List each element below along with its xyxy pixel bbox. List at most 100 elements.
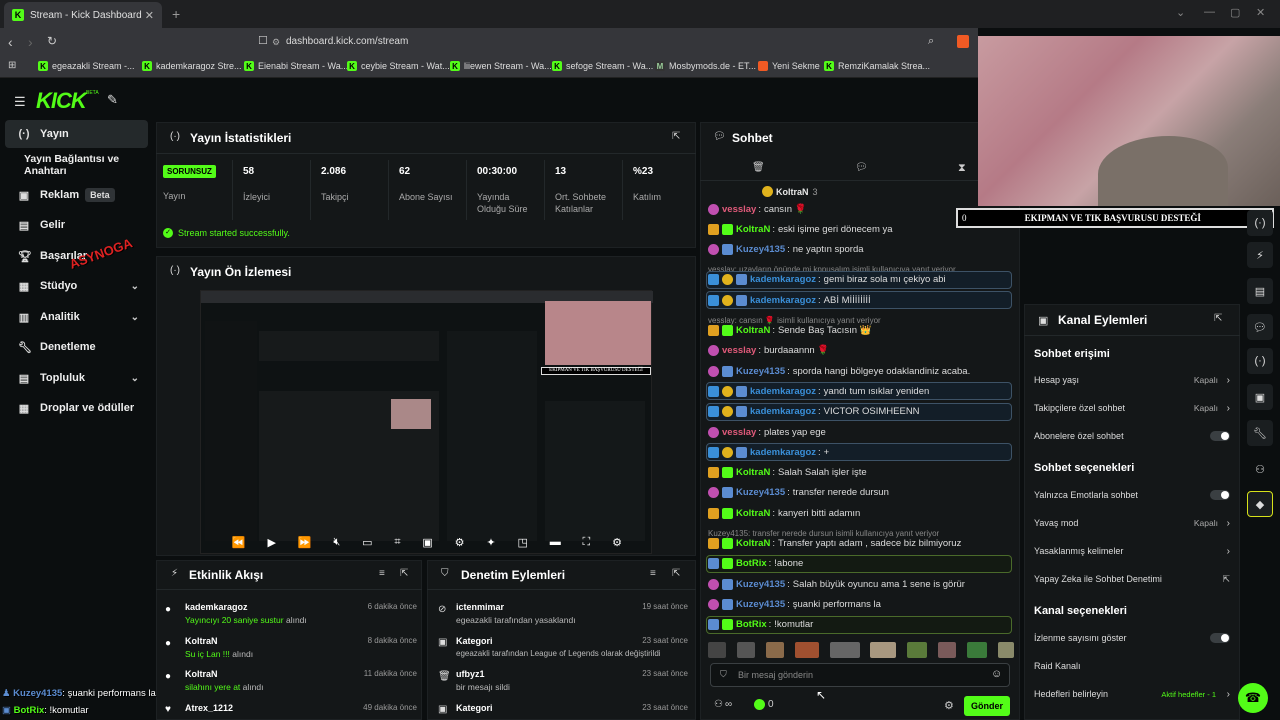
setting-ai-moderation[interactable]: Yapay Zeka ile Sohbet Denetimi ⇱ bbox=[1034, 570, 1230, 588]
bookmark-item[interactable]: K RemziKamalak Strea... bbox=[824, 61, 930, 71]
sidebar-item-yayin[interactable]: (·) Yayın bbox=[5, 120, 148, 148]
play-icon[interactable]: ▶ bbox=[267, 536, 275, 549]
clip-icon[interactable]: ▣ bbox=[422, 536, 432, 549]
chat-username[interactable]: KoltraN bbox=[736, 538, 770, 549]
apps-grid-icon[interactable]: ⊞ bbox=[8, 60, 16, 71]
pip-icon[interactable]: ◳ bbox=[517, 536, 527, 549]
bookmark-item[interactable]: K Eienabi Stream - Wa... bbox=[244, 61, 348, 71]
stream-preview-video[interactable]: EKIPMAN VE TIK BAŞVURUSU DESTEĞİ ⏪ ▶ ⏩ 🔇︎ ▭… bbox=[200, 290, 653, 554]
chat-username[interactable]: kademkaragoz bbox=[750, 447, 816, 458]
chat-message[interactable]: KoltraN: eski işime geri dönecem ya bbox=[708, 221, 893, 237]
emote[interactable] bbox=[997, 642, 1014, 658]
chat-message[interactable]: kademkaragoz: gemi biraz sola mı çekiyo a… bbox=[708, 272, 946, 288]
bookmark-item[interactable]: Kkademkaragoz Stre... bbox=[142, 61, 242, 71]
sidebar-item-analitik[interactable]: ▥ Analitik ⌄ bbox=[0, 303, 155, 331]
rail-broadcast-icon[interactable]: (·) bbox=[1247, 348, 1273, 374]
forward-icon[interactable]: ⏩ bbox=[298, 536, 312, 549]
chat-username[interactable]: vesslay bbox=[722, 345, 756, 356]
bookmark-icon[interactable]: ☐ bbox=[258, 34, 268, 47]
chat-message[interactable]: Kuzey4135: Salah büyük oyuncu ama 1 sene … bbox=[708, 576, 965, 592]
menu-icon[interactable]: ☰ bbox=[14, 94, 26, 110]
settings-icon[interactable]: ⚙ bbox=[455, 536, 465, 549]
emote[interactable] bbox=[765, 642, 784, 658]
chat-message[interactable]: Kuzey4135: transfer nerede dursun bbox=[708, 485, 889, 501]
gear-icon[interactable]: ⚙ bbox=[612, 536, 622, 549]
url-field[interactable]: dashboard.kick.com/stream bbox=[286, 36, 408, 47]
emote[interactable] bbox=[870, 642, 897, 658]
setting-slow-mode[interactable]: Yavaş mod Kapalı › bbox=[1034, 514, 1230, 532]
chat-message[interactable]: Kuzey4135: sporda hangi bölgeye odaklandi… bbox=[708, 363, 970, 379]
chat-message[interactable]: KoltraN: Sende Baş Tacısın 👑 bbox=[708, 323, 871, 339]
bookmark-item[interactable]: Ksefoge Stream - Wa... bbox=[552, 61, 653, 71]
minimize-icon[interactable]: — bbox=[1204, 6, 1215, 18]
setting-banned-words[interactable]: Yasaklanmış kelimeler › bbox=[1034, 542, 1230, 560]
new-tab-icon[interactable]: + bbox=[172, 6, 180, 22]
send-button[interactable]: Gönder bbox=[964, 696, 1010, 716]
bookmark-item[interactable]: M Mosbymods.de - ET... bbox=[655, 61, 756, 71]
pinned-user[interactable]: KoltraN 3 bbox=[762, 186, 818, 197]
popout-icon[interactable]: ⇱ bbox=[672, 568, 680, 579]
chat-message[interactable]: BotRix: !komutlar bbox=[708, 617, 813, 633]
close-tab-icon[interactable]: ✕ bbox=[145, 9, 154, 22]
chat-username[interactable]: Kuzey4135 bbox=[736, 599, 785, 610]
close-window-icon[interactable]: ✕ bbox=[1256, 6, 1265, 19]
setting-emote-only[interactable]: Yalnızca Emotlarla sohbet bbox=[1034, 486, 1230, 504]
chat-settings-icon[interactable]: ⚙ bbox=[944, 699, 954, 712]
rail-goal-icon[interactable]: ◆ bbox=[1247, 491, 1273, 517]
rail-users-icon[interactable]: ⚇ bbox=[1247, 456, 1273, 482]
chat-username[interactable]: KoltraN bbox=[736, 508, 770, 519]
trash-icon[interactable]: 🗑︎ bbox=[752, 162, 765, 173]
rail-broadcast-icon[interactable]: (·) bbox=[1247, 210, 1273, 236]
sidebar-item-topluluk[interactable]: ▤ Topluluk ⌄ bbox=[0, 364, 155, 392]
emoji-icon[interactable]: ☺ bbox=[991, 668, 1002, 680]
popout-icon[interactable]: ⇱ bbox=[400, 568, 408, 579]
setting-subscribers-only[interactable]: Abonelere özel sohbet bbox=[1034, 427, 1230, 445]
camera-icon[interactable]: ▭ bbox=[362, 536, 372, 549]
rail-wrench-icon[interactable]: 🔧︎ bbox=[1247, 420, 1273, 446]
filter-icon[interactable]: ≡ bbox=[379, 568, 385, 579]
mute-icon[interactable]: 🔇︎ bbox=[333, 536, 340, 549]
toggle-switch[interactable] bbox=[1210, 431, 1230, 441]
chat-username[interactable]: kademkaragoz bbox=[750, 295, 816, 306]
chat-message[interactable]: BotRix: !abone bbox=[708, 556, 803, 572]
chat-username[interactable]: Kuzey4135 bbox=[736, 487, 785, 498]
emote[interactable] bbox=[967, 642, 987, 658]
setting-goals[interactable]: Hedefleri belirleyin Aktif hedefler - 1 › bbox=[1034, 685, 1230, 703]
chat-username[interactable]: vesslay bbox=[722, 427, 756, 438]
chat-message[interactable]: kademkaragoz: VICTOR OSIMHEENN bbox=[708, 404, 920, 420]
chat-message[interactable]: Kuzey4135: şuanki performans la bbox=[708, 596, 881, 612]
chat-username[interactable]: KoltraN bbox=[736, 467, 770, 478]
chat-message[interactable]: kademkaragoz: yandı tum ısıklar yeniden bbox=[708, 383, 929, 399]
toggle-switch[interactable] bbox=[1210, 490, 1230, 500]
bookmark-item[interactable]: Yeni Sekme bbox=[758, 61, 820, 71]
bookmark-item[interactable]: Kceybie Stream - Wat... bbox=[347, 61, 450, 71]
help-support-button[interactable]: ☎ bbox=[1238, 683, 1268, 713]
emote[interactable] bbox=[708, 642, 726, 658]
back-icon[interactable]: ‹ bbox=[8, 34, 13, 50]
sidebar-item-studyo[interactable]: ▦ Stüdyo ⌄ bbox=[0, 272, 155, 300]
sidebar-item-stream-key[interactable]: Yayın Bağlantısı ve Anahtarı bbox=[0, 151, 155, 179]
chat-username[interactable]: kademkaragoz bbox=[750, 274, 816, 285]
zoom-icon[interactable]: ⌕ bbox=[928, 35, 934, 48]
chat-username[interactable]: vesslay bbox=[722, 204, 756, 215]
site-info-icon[interactable]: ⚙ bbox=[272, 37, 280, 48]
chat-message[interactable]: KoltraN: Salah Salah işler işte bbox=[708, 465, 867, 481]
chat-username[interactable]: Kuzey4135 bbox=[736, 244, 785, 255]
chat-message[interactable]: vesslay: burdaaannn 🌹 bbox=[708, 343, 829, 359]
emote[interactable] bbox=[907, 642, 928, 658]
reload-icon[interactable]: ↻ bbox=[47, 34, 57, 48]
rail-chat-icon[interactable]: 💬︎ bbox=[1247, 314, 1273, 340]
chat-bubble-icon[interactable]: 💬︎ bbox=[855, 162, 868, 173]
chat-username[interactable]: KoltraN bbox=[736, 325, 770, 336]
sidebar-item-gelir[interactable]: ▤ Gelir bbox=[0, 211, 155, 239]
setting-followers-only[interactable]: Takipçilere özel sohbet Kapalı › bbox=[1034, 399, 1230, 417]
chat-message[interactable]: KoltraN: Transfer yaptı adam , sadece biz… bbox=[708, 536, 961, 552]
chat-username[interactable]: KoltraN bbox=[736, 224, 770, 235]
chat-username[interactable]: kademkaragoz bbox=[750, 386, 816, 397]
chat-message[interactable]: vesslay: plates yap ege bbox=[708, 424, 826, 440]
rail-document-icon[interactable]: ▤ bbox=[1247, 278, 1273, 304]
emote[interactable] bbox=[736, 642, 755, 658]
forward-icon[interactable]: › bbox=[28, 34, 33, 50]
bookmark-item[interactable]: Kliiewen Stream - Wa... bbox=[450, 61, 552, 71]
chat-message[interactable]: vesslay: cansın 🌹 bbox=[708, 201, 806, 217]
